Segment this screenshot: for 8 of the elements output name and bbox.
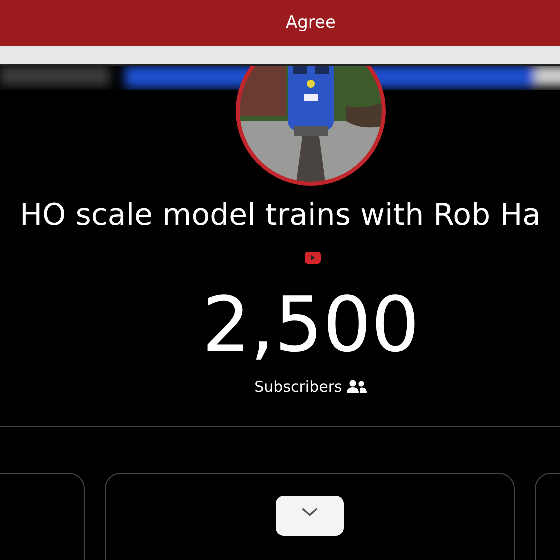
subscribers-label: Subscribers bbox=[254, 378, 342, 396]
agree-button[interactable]: Agree bbox=[278, 9, 344, 37]
youtube-icon bbox=[305, 252, 321, 264]
subscriber-count: 2,500 bbox=[201, 280, 421, 370]
users-icon bbox=[347, 380, 368, 394]
channel-title: HO scale model trains with Rob Ha bbox=[20, 197, 542, 235]
expand-button[interactable] bbox=[276, 496, 344, 536]
chevron-icon bbox=[301, 508, 319, 517]
